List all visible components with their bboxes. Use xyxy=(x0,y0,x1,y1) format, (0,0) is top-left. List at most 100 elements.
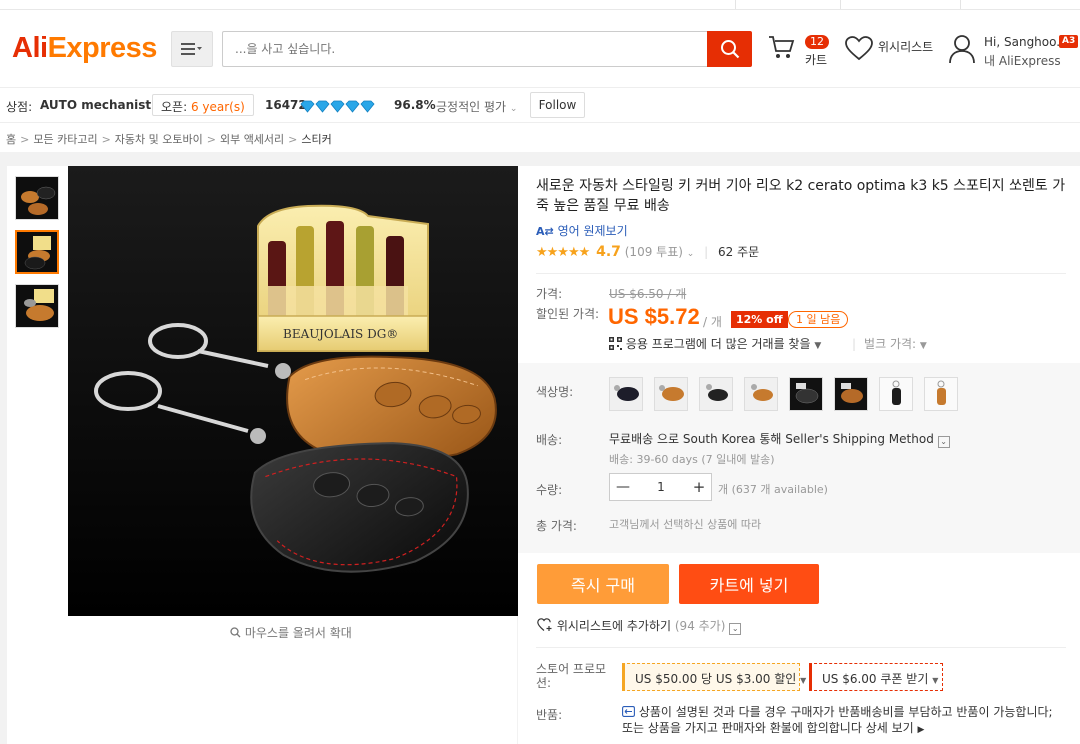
magnifier-icon xyxy=(230,627,241,638)
store-label: 상점: xyxy=(6,100,33,114)
bulk-price-dropdown[interactable]: | 벌크 가격: ▼ xyxy=(852,335,927,352)
order-count: 62 주문 xyxy=(718,245,760,259)
return-details-link[interactable]: 상세 보기 ▶ xyxy=(866,721,925,735)
thumbnail-image xyxy=(16,177,58,219)
chevron-down-icon[interactable]: ⌄ xyxy=(937,436,950,448)
account-menu[interactable]: Hi, Sanghoo.. A3 내 AliExpress xyxy=(948,34,1080,74)
categories-menu-button[interactable] xyxy=(171,31,213,67)
breadcrumb-stickers[interactable]: 스티커 xyxy=(301,133,331,146)
divider xyxy=(536,273,1066,274)
user-icon xyxy=(949,35,975,64)
add-wishlist-text: 위시리스트에 추가하기 xyxy=(556,619,672,633)
search-icon xyxy=(720,40,739,59)
site-header: AliExpress 12 카트 위시리스트 xyxy=(0,10,1080,87)
add-to-wishlist-link[interactable]: 위시리스트에 추가하기 (94 추가) ⌄ xyxy=(537,617,742,635)
hamburger-icon xyxy=(181,43,202,55)
coupon2-text: US $6.00 쿠폰 받기 xyxy=(822,672,929,686)
color-swatch-2[interactable] xyxy=(654,377,688,411)
search-button[interactable] xyxy=(707,31,752,67)
app-deal-link[interactable]: 응용 프로그램에 더 많은 거래를 찾을 ▼ xyxy=(609,335,821,352)
store-discount-coupon[interactable]: US $50.00 당 US $3.00 할인 ▼ xyxy=(622,663,806,691)
caret-down-icon: ▼ xyxy=(800,676,807,685)
wishlist-count: (94 추가) xyxy=(674,619,726,633)
cart-count-badge: 12 xyxy=(805,35,829,49)
thumbnail-1[interactable] xyxy=(15,176,59,220)
breadcrumb-exterior-accessories[interactable]: 외부 액세서리 xyxy=(220,133,284,146)
key-cover-photo: BEAUJOLAIS DG® xyxy=(68,166,518,616)
color-swatch-5[interactable] xyxy=(789,377,823,411)
main-product-image[interactable]: BEAUJOLAIS DG® xyxy=(68,166,518,616)
store-name-link[interactable]: AUTO mechanist xyxy=(40,98,151,112)
shipping-method-text: 무료배송 으로 South Korea 통해 Seller's Shipping… xyxy=(609,432,934,446)
quantity-increase-button[interactable]: + xyxy=(686,474,712,500)
total-price-label: 총 가격: xyxy=(536,519,577,533)
caret-down-icon: ▼ xyxy=(932,676,939,685)
quantity-decrease-button[interactable]: — xyxy=(610,474,636,500)
breadcrumb-automobile[interactable]: 자동차 및 오토바이 xyxy=(115,133,203,146)
per-unit: / 개 xyxy=(703,315,722,329)
add-to-cart-button[interactable]: 카트에 넣기 xyxy=(679,564,819,604)
view-original-title-link[interactable]: A⇄ 영어 원제보기 xyxy=(536,222,628,239)
quantity-available: 개 (637 개 available) xyxy=(718,483,828,496)
color-swatch-3[interactable] xyxy=(699,377,733,411)
color-swatch-7[interactable] xyxy=(879,377,913,411)
shipping-method[interactable]: 무료배송 으로 South Korea 통해 Seller's Shipping… xyxy=(609,430,950,448)
search-input[interactable] xyxy=(222,31,708,67)
top-strip xyxy=(0,0,1080,10)
swatch-image xyxy=(880,378,912,410)
color-swatch-4[interactable] xyxy=(744,377,778,411)
swatch-image xyxy=(925,378,957,410)
top-strip-divider xyxy=(840,0,841,9)
days-left-badge: 1 일 남음 xyxy=(788,311,849,328)
wishlist-link[interactable]: 위시리스트 xyxy=(845,36,945,66)
color-swatch-1[interactable] xyxy=(609,377,643,411)
chevron-down-icon[interactable]: ⌄ xyxy=(687,249,695,259)
chevron-down-icon[interactable]: ⌄ xyxy=(729,623,742,635)
original-price: US $6.50 / 개 xyxy=(609,287,687,301)
thumbnail-3[interactable] xyxy=(15,284,59,328)
return-policy-text: 상품이 설명된 것과 다를 경우 구매자가 반품배송비를 부담하고 반품이 가능… xyxy=(622,705,1053,735)
cart-link[interactable]: 12 카트 xyxy=(767,33,831,73)
price-label: 가격: xyxy=(536,287,563,301)
thumbnail-image xyxy=(17,232,57,272)
breadcrumb-home[interactable]: 홈 xyxy=(6,133,16,146)
swatch-image xyxy=(610,378,642,410)
diamond-rating-icon[interactable] xyxy=(300,100,376,113)
discount-price-label: 할인된 가격: xyxy=(536,307,600,321)
follow-button[interactable]: Follow xyxy=(530,92,585,118)
buy-now-button[interactable]: 즉시 구매 xyxy=(537,564,669,604)
my-aliexpress-link[interactable]: 내 AliExpress xyxy=(984,52,1061,69)
breadcrumb: 홈 > 모든 카타고리 > 자동차 및 오토바이 > 외부 액세서리 > 스티커 xyxy=(6,133,332,146)
total-price-value: 고객님께서 선택하신 상품에 따라 xyxy=(609,518,762,531)
positive-feedback-dropdown[interactable]: 긍정적인 평가 ⌄ xyxy=(436,98,517,115)
get-coupon-button[interactable]: US $6.00 쿠폰 받기 ▼ xyxy=(809,663,943,691)
divider xyxy=(536,647,1066,648)
quantity-input[interactable]: 1 xyxy=(636,474,686,500)
translate-label: 영어 원제보기 xyxy=(557,224,628,238)
swatch-image xyxy=(655,378,687,410)
color-swatch-6[interactable] xyxy=(834,377,868,411)
crate-label: BEAUJOLAIS DG® xyxy=(283,327,398,341)
swatch-image xyxy=(835,378,867,410)
wishlist-label: 위시리스트 xyxy=(878,40,934,54)
shipping-time: 배송: 39-60 days (7 일내에 발송) xyxy=(609,453,775,466)
rating-votes[interactable]: (109 투표) xyxy=(625,245,683,259)
cart-icon xyxy=(769,36,795,58)
zoom-hint-text: 마우스를 올려서 확대 xyxy=(244,626,352,640)
color-swatch-8[interactable] xyxy=(924,377,958,411)
sale-price: US $5.72 xyxy=(608,304,700,329)
return-more-text: 상세 보기 xyxy=(865,721,914,735)
aliexpress-logo[interactable]: AliExpress xyxy=(12,32,157,65)
quantity-label: 수량: xyxy=(536,483,563,497)
breadcrumb-all-categories[interactable]: 모든 카타고리 xyxy=(33,133,97,146)
open-years: 6 year(s) xyxy=(190,100,245,114)
logo-express-text: Express xyxy=(47,32,158,64)
bulk-price-label: 벌크 가격: xyxy=(864,337,917,351)
top-strip-divider xyxy=(960,0,961,9)
translate-icon: A⇄ xyxy=(536,225,554,238)
rating-row: ★★★★★ 4.7 (109 투표) ⌄ | 62 주문 xyxy=(536,244,760,260)
return-label: 반품: xyxy=(536,708,563,722)
chevron-down-icon: ⌄ xyxy=(509,104,518,114)
thumbnail-image xyxy=(16,285,58,327)
thumbnail-2-selected[interactable] xyxy=(15,230,59,274)
